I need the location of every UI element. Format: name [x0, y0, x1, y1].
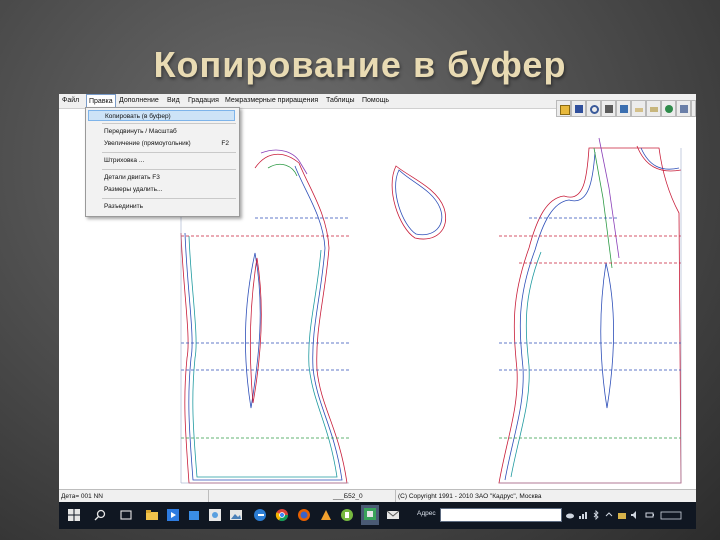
chrome-icon[interactable] — [275, 508, 289, 522]
search-icon[interactable] — [93, 508, 107, 522]
menu-item-move-scale[interactable]: Передвинуть / Масштаб — [104, 128, 177, 135]
media-player-icon[interactable] — [166, 508, 180, 522]
windows-start-icon[interactable] — [67, 508, 81, 522]
edit-menu-dropdown: Копировать (в буфер) Передвинуть / Масшт… — [85, 107, 240, 217]
menu-separator — [102, 198, 236, 199]
menu-grading[interactable]: Градация — [188, 97, 219, 104]
back-dart — [245, 252, 261, 409]
front-pattern-teal — [510, 251, 542, 478]
front-pattern-purple — [598, 137, 620, 259]
firefox-icon[interactable] — [297, 508, 311, 522]
menu-separator — [102, 169, 236, 170]
menu-view[interactable]: Вид — [167, 97, 180, 104]
menu-item-copy-to-buffer[interactable]: Копировать (в буфер) — [88, 110, 235, 121]
cad-app-icon[interactable] — [361, 505, 379, 525]
status-bar: Дета= 001 NN ___Б52_0 (C) Copyright 1991… — [59, 489, 696, 503]
mail-icon[interactable] — [386, 508, 400, 522]
menu-additions[interactable]: Дополнение — [119, 97, 159, 104]
menu-item-disconnect[interactable]: Разъединить — [104, 203, 143, 210]
store-icon[interactable] — [187, 508, 201, 522]
cloud-icon[interactable] — [565, 510, 575, 520]
task-view-icon[interactable] — [119, 508, 133, 522]
cad-application-window: Файл Правка Дополнение Вид Градация Межр… — [59, 94, 696, 529]
network-icon[interactable] — [578, 510, 588, 520]
menu-tables[interactable]: Таблицы — [326, 97, 355, 104]
tools-icon[interactable] — [319, 508, 333, 522]
chevron-icon[interactable] — [604, 510, 614, 520]
front-neck-blue — [640, 147, 680, 170]
front-pattern-green — [593, 147, 613, 269]
menu-file[interactable]: Файл — [62, 97, 79, 104]
zoom-shortcut: F2 — [221, 140, 229, 147]
file-explorer-icon[interactable] — [145, 508, 159, 522]
menu-help[interactable]: Помощь — [362, 97, 389, 104]
menu-item-delete-sizes[interactable]: Размеры удалить... — [104, 186, 162, 193]
battery-icon[interactable] — [645, 510, 655, 520]
photos-icon[interactable] — [208, 508, 222, 522]
address-label: Адрес — [417, 510, 436, 517]
keyboard-icon[interactable] — [660, 510, 682, 520]
front-dart — [600, 262, 615, 409]
slide-title: Копирование в буфер — [153, 44, 567, 85]
back-pattern-purple — [260, 149, 308, 175]
edge-icon[interactable] — [253, 508, 267, 522]
copy-label: Копировать (в буфер) — [105, 113, 171, 120]
back-pattern-teal — [188, 235, 338, 478]
zoom-label: Увеличение (прямоугольник) — [104, 140, 191, 147]
menu-item-move-details[interactable]: Детали двигать F3 — [104, 174, 160, 181]
menu-separator — [102, 152, 236, 153]
menu-item-zoom-rect[interactable]: Увеличение (прямоугольник) F2 — [104, 140, 239, 147]
address-input[interactable] — [440, 508, 562, 522]
bluetooth-icon[interactable] — [591, 510, 601, 520]
menu-item-hatching[interactable]: Штриховка ... — [104, 157, 144, 164]
menu-separator — [102, 123, 236, 124]
windows-taskbar: Адрес — [59, 502, 696, 529]
front-pattern-blue — [504, 151, 596, 481]
utorrent-icon[interactable] — [340, 508, 354, 522]
back-pattern-green — [267, 163, 298, 177]
volume-icon[interactable] — [630, 510, 640, 520]
menu-size-increments[interactable]: Межразмерные приращения — [225, 97, 318, 104]
image-viewer-icon[interactable] — [229, 508, 243, 522]
armhole-piece-blue — [395, 169, 443, 236]
folder-tray-icon[interactable] — [617, 510, 627, 520]
